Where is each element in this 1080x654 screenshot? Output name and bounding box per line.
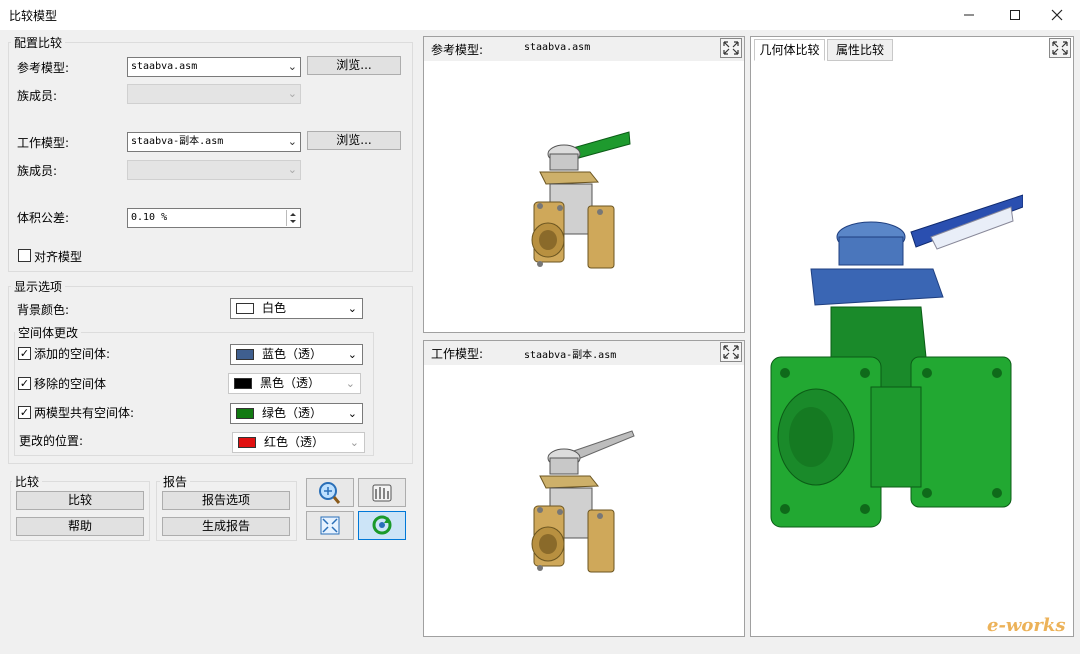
work-browse-button[interactable]: 浏览...	[307, 131, 401, 150]
result-maximize-button[interactable]	[1049, 38, 1071, 58]
chevron-down-icon: ⌄	[287, 135, 297, 148]
chevron-down-icon: ⌄	[347, 348, 357, 361]
ref-pane-label: 参考模型:	[431, 43, 484, 57]
color-swatch	[238, 437, 256, 448]
work-pane-label: 工作模型:	[431, 347, 484, 361]
tab-property-compare[interactable]: 属性比较	[827, 39, 893, 61]
removed-label: 移除的空间体	[34, 377, 107, 391]
pan-button[interactable]	[358, 478, 406, 507]
watermark-logo: e-works	[987, 615, 1066, 636]
report-group-label: 报告	[160, 473, 191, 490]
minimize-button[interactable]	[946, 0, 992, 30]
maximize-icon	[1010, 10, 1020, 20]
color-swatch	[236, 303, 254, 314]
color-swatch	[236, 408, 254, 419]
expand-icon	[723, 345, 739, 359]
refresh-button[interactable]	[358, 511, 406, 540]
ref-maximize-button[interactable]	[720, 38, 742, 58]
chevron-down-icon: ⌄	[347, 302, 357, 315]
volume-tolerance-input[interactable]: 0.10 %	[127, 208, 301, 228]
added-color-value: 蓝色（透）	[262, 347, 323, 361]
common-color-value: 绿色（透）	[262, 406, 323, 420]
work-family-label: 族成员:	[17, 164, 58, 178]
chevron-down-icon: ⌄	[287, 87, 297, 100]
bg-color-value: 白色	[262, 301, 287, 315]
expand-icon	[1052, 41, 1068, 55]
color-swatch	[236, 349, 254, 360]
ref-model-select[interactable]: staabva.asm ⌄	[127, 57, 301, 77]
fit-view-icon	[320, 516, 340, 535]
ref-model-value: staabva.asm	[131, 61, 198, 72]
chevron-down-icon: ⌄	[287, 60, 297, 73]
report-options-button[interactable]: 报告选项	[162, 491, 290, 510]
chevron-down-icon: ⌄	[347, 407, 357, 420]
align-models-checkbox[interactable]	[18, 249, 31, 262]
work-maximize-button[interactable]	[720, 342, 742, 362]
display-group-label: 显示选项	[11, 278, 66, 295]
hand-icon	[372, 484, 392, 502]
chevron-down-icon: ⌄	[287, 163, 297, 176]
common-checkbox[interactable]: ✓	[18, 406, 31, 419]
bg-color-select[interactable]: 白色 ⌄	[230, 298, 363, 319]
work-model-pane[interactable]: 工作模型: staabva-副本.asm	[423, 340, 745, 637]
added-label: 添加的空间体:	[34, 347, 111, 361]
work-model-value: staabva-副本.asm	[131, 136, 224, 147]
close-icon	[1051, 9, 1063, 21]
work-model-select[interactable]: staabva-副本.asm ⌄	[127, 132, 301, 152]
changed-pos-label: 更改的位置:	[19, 434, 84, 448]
close-button[interactable]	[1034, 0, 1080, 30]
ref-valve-model	[531, 131, 631, 269]
common-color-select[interactable]: 绿色（透） ⌄	[230, 403, 363, 424]
spin-arrows-icon	[290, 213, 296, 223]
comparison-result-pane[interactable]: 几何体比较 属性比较 e-works	[750, 36, 1074, 637]
work-model-label: 工作模型:	[17, 136, 70, 150]
removed-color-value: 黑色（透）	[260, 376, 321, 390]
spin-buttons[interactable]	[286, 210, 299, 226]
zoom-icon	[319, 482, 341, 504]
help-button[interactable]: 帮助	[16, 517, 144, 536]
chevron-down-icon: ⌄	[349, 436, 359, 449]
compare-group-label: 比较	[12, 473, 43, 490]
work-family-select[interactable]: ⌄	[127, 160, 301, 180]
compare-button[interactable]: 比较	[16, 491, 144, 510]
volume-tolerance-label: 体积公差:	[17, 211, 70, 225]
ref-browse-button[interactable]: 浏览...	[307, 56, 401, 75]
ref-family-label: 族成员:	[17, 89, 58, 103]
bg-color-label: 背景颜色:	[17, 303, 70, 317]
expand-icon	[723, 41, 739, 55]
space-changes-label: 空间体更改	[15, 324, 82, 341]
window-title: 比较模型	[9, 9, 58, 23]
title-bar: 比较模型	[0, 0, 1080, 30]
changed-pos-color-value: 红色（透）	[264, 435, 325, 449]
ref-pane-file: staabva.asm	[524, 42, 591, 53]
maximize-button[interactable]	[992, 0, 1038, 30]
ref-model-label: 参考模型:	[17, 61, 70, 75]
zoom-button[interactable]	[306, 478, 354, 507]
ref-family-select[interactable]: ⌄	[127, 84, 301, 104]
work-valve-model	[531, 430, 635, 573]
fit-button[interactable]	[306, 511, 354, 540]
config-group-label: 配置比较	[11, 34, 66, 51]
added-color-select[interactable]: 蓝色（透） ⌄	[230, 344, 363, 365]
work-pane-file: staabva-副本.asm	[524, 350, 617, 361]
reference-model-pane[interactable]: 参考模型: staabva.asm	[423, 36, 745, 333]
common-label: 两模型共有空间体:	[34, 406, 135, 420]
align-models-label: 对齐模型	[34, 250, 83, 264]
refresh-icon	[372, 515, 392, 535]
removed-checkbox[interactable]: ✓	[18, 377, 31, 390]
volume-tolerance-value: 0.10 %	[131, 212, 168, 223]
minimize-icon	[964, 14, 974, 16]
chevron-down-icon: ⌄	[345, 377, 355, 390]
color-swatch	[234, 378, 252, 389]
tab-geometry-compare[interactable]: 几何体比较	[754, 39, 825, 61]
comparison-valve-model	[770, 194, 1023, 528]
removed-color-select[interactable]: 黑色（透） ⌄	[228, 373, 361, 394]
generate-report-button[interactable]: 生成报告	[162, 517, 290, 536]
added-checkbox[interactable]: ✓	[18, 347, 31, 360]
changed-pos-color-select[interactable]: 红色（透） ⌄	[232, 432, 365, 453]
